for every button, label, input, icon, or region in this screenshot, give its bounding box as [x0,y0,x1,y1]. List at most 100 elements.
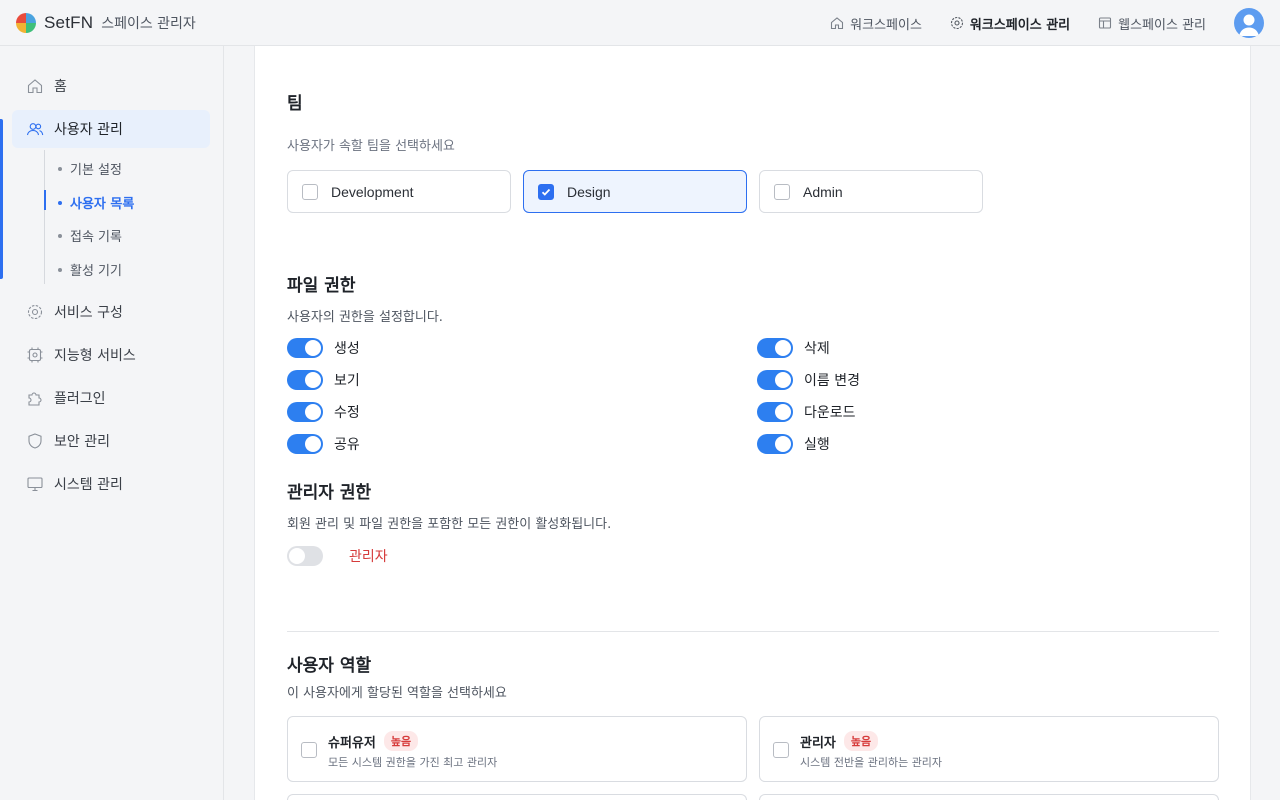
sidebar-item-label: 시스템 관리 [54,477,123,493]
checkbox[interactable] [773,742,789,758]
permission-label: 이름 변경 [804,373,860,389]
bullet-icon [58,200,62,205]
topnav-webspace-admin[interactable]: 웹스페이스 관리 [1098,14,1206,33]
admin-toggle-switch[interactable] [287,546,323,566]
team-option-admin[interactable]: Admin [759,170,983,213]
toggle-switch[interactable] [757,402,793,422]
submenu-label: 기본 설정 [70,163,122,178]
submenu-item-user-list[interactable]: 사용자 목록 [58,193,134,212]
avatar[interactable] [1234,8,1264,38]
checkbox[interactable] [538,183,554,200]
role-card-admin[interactable]: 관리자 높음 시스템 전반을 관리하는 관리자 [759,716,1219,782]
team-title: 팀 [287,94,303,114]
topnav-workspace[interactable]: 워크스페이스 [830,14,922,33]
submenu-label: 접속 기록 [70,230,122,245]
role-name: 관리자 [800,735,836,751]
gear-icon [27,304,43,320]
role-card-partial[interactable] [287,794,747,800]
toggle-switch[interactable] [757,434,793,454]
sidebar-item-label: 서비스 구성 [54,305,123,321]
brand-name: SetFN [44,12,94,32]
sidebar-item-security[interactable]: 보안 관리 [12,422,210,460]
toggle-switch[interactable] [287,370,323,390]
sidebar-item-plugin[interactable]: 플러그인 [12,379,210,417]
permission-download[interactable]: 다운로드 [757,402,856,422]
sidebar-item-user-management[interactable]: 사용자 관리 [12,110,210,148]
role-name: 슈퍼유저 [328,735,376,751]
sidebar-item-service-config[interactable]: 서비스 구성 [12,293,210,331]
role-description: 모든 시스템 권한을 가진 최고 관리자 [328,756,498,769]
permission-edit[interactable]: 수정 [287,402,360,422]
team-option-label: Development [331,183,414,200]
bullet-icon [58,267,62,272]
role-level-badge: 높음 [843,731,879,751]
team-option-design[interactable]: Design [523,170,747,213]
submenu-label: 사용자 목록 [70,197,135,212]
permission-label: 다운로드 [804,405,856,421]
team-option-label: Design [567,183,611,200]
permission-delete[interactable]: 삭제 [757,338,830,358]
checkbox[interactable] [774,183,790,200]
file-permissions-description: 사용자의 권한을 설정합니다. [287,310,443,325]
monitor-icon [27,477,43,492]
team-description: 사용자가 속할 팀을 선택하세요 [287,139,455,154]
submenu-item-access-log[interactable]: 접속 기록 [58,226,122,245]
topnav-label: 워크스페이스 [850,17,922,33]
role-level-badge: 높음 [383,731,419,751]
permission-label: 삭제 [804,341,830,357]
checkbox[interactable] [302,183,318,200]
home-icon [831,17,844,30]
top-bar: SetFN 스페이스 관리자 워크스페이스 워크스페이스 관리 웹스페이스 관리 [0,0,1280,46]
topnav-label: 워크스페이스 관리 [969,17,1071,33]
toggle-switch[interactable] [287,338,323,358]
sidebar: 홈 사용자 관리 기본 설정 사용자 목록 접속 기록 활성 기기 서비스 구성… [0,46,224,800]
team-option-development[interactable]: Development [287,170,511,213]
permission-execute[interactable]: 실행 [757,434,830,454]
brand[interactable]: SetFN 스페이스 관리자 [16,12,196,33]
role-card-partial[interactable] [759,794,1219,800]
sidebar-item-label: 지능형 서비스 [54,348,136,364]
permission-rename[interactable]: 이름 변경 [757,370,860,390]
permission-share[interactable]: 공유 [287,434,360,454]
submenu-item-basic-settings[interactable]: 기본 설정 [58,159,122,178]
toggle-switch[interactable] [287,434,323,454]
user-avatar-icon [1239,14,1259,36]
topnav-workspace-admin[interactable]: 워크스페이스 관리 [950,14,1070,33]
bullet-icon [58,233,62,238]
team-option-label: Admin [803,183,843,200]
check-icon [541,188,551,196]
sidebar-item-home[interactable]: 홈 [12,67,210,105]
sidebar-active-indicator [0,119,3,279]
sidebar-item-label: 플러그인 [54,391,106,407]
checkbox[interactable] [301,742,317,758]
bullet-icon [58,166,62,171]
shield-icon [28,433,42,449]
permission-label: 생성 [334,341,360,357]
sidebar-item-label: 홈 [54,79,67,95]
permission-label: 보기 [334,373,360,389]
permission-label: 실행 [804,437,830,453]
role-description: 시스템 전반을 관리하는 관리자 [800,756,943,769]
permission-label: 수정 [334,405,360,421]
sidebar-item-label: 보안 관리 [54,434,110,450]
submenu-item-active-devices[interactable]: 활성 기기 [58,260,122,279]
chip-icon [27,347,43,363]
layout-icon [1099,17,1112,29]
role-name-row: 관리자 높음 [800,731,879,751]
user-roles-description: 이 사용자에게 할당된 역할을 선택하세요 [287,686,507,701]
admin-toggle-row[interactable]: 관리자 [287,546,388,566]
main-panel: 팀 사용자가 속할 팀을 선택하세요 Development Design Ad… [254,46,1251,800]
permission-create[interactable]: 생성 [287,338,360,358]
toggle-switch[interactable] [757,338,793,358]
permission-view[interactable]: 보기 [287,370,360,390]
toggle-switch[interactable] [287,402,323,422]
users-icon [26,123,44,136]
admin-toggle-label: 관리자 [349,549,388,565]
toggle-switch[interactable] [757,370,793,390]
section-divider [287,631,1219,632]
logo-icon [16,12,36,33]
sidebar-item-intelligent-service[interactable]: 지능형 서비스 [12,336,210,374]
sidebar-item-system[interactable]: 시스템 관리 [12,465,210,503]
puzzle-icon [28,392,42,406]
role-card-superuser[interactable]: 슈퍼유저 높음 모든 시스템 권한을 가진 최고 관리자 [287,716,747,782]
